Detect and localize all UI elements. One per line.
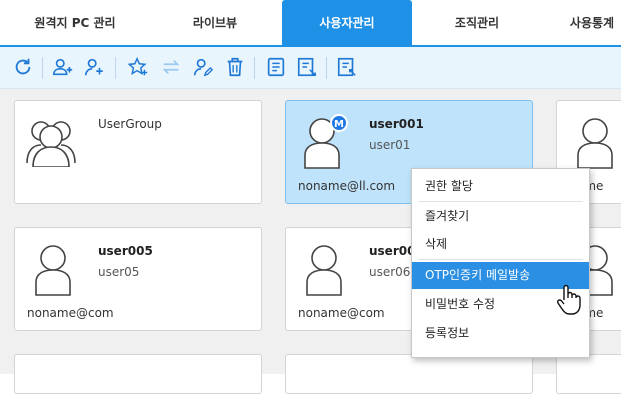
hand-cursor-icon: [556, 284, 581, 315]
user-icon: [35, 245, 71, 296]
tab-user-management[interactable]: 사용자관리: [282, 0, 412, 46]
move-icon[interactable]: [157, 53, 185, 81]
toolbar-separator: [254, 57, 255, 79]
user-icon: [577, 118, 613, 169]
user-name: user00: [369, 244, 416, 258]
context-menu: 권한 할당 즐겨찾기 삭제 OTP인증키 메일발송 비밀번호 수정 등록정보: [411, 168, 590, 358]
user-name: user005: [98, 244, 153, 258]
tab-statistics[interactable]: 사용통계: [542, 0, 621, 46]
user-id: user05: [98, 265, 140, 279]
menu-item-delete[interactable]: 삭제: [412, 231, 589, 258]
menu-item-properties[interactable]: 등록정보: [412, 320, 589, 347]
menu-separator: [418, 201, 583, 202]
menu-item-assign-permission[interactable]: 권한 할당: [412, 173, 589, 200]
user-card-partial[interactable]: [556, 354, 621, 394]
edit-user-icon[interactable]: [189, 53, 217, 81]
add-favorite-icon[interactable]: [124, 53, 152, 81]
user-email: noname@com: [298, 306, 385, 320]
user-id: user06: [369, 265, 411, 279]
group-icon: [26, 121, 76, 167]
refresh-icon[interactable]: [9, 53, 37, 81]
group-name: UserGroup: [98, 117, 162, 131]
list-icon[interactable]: [262, 53, 290, 81]
toolbar: [0, 47, 621, 89]
user-card[interactable]: user005 user05 noname@com: [14, 227, 262, 331]
user-email: noname@ll.com: [298, 179, 396, 193]
manager-badge: M: [330, 114, 348, 132]
user-icon: [306, 245, 342, 296]
add-user-icon[interactable]: [80, 53, 108, 81]
user-name: user001: [369, 117, 424, 131]
export-icon[interactable]: [293, 53, 321, 81]
delete-icon[interactable]: [221, 53, 249, 81]
toolbar-separator: [115, 57, 116, 79]
group-card[interactable]: UserGroup: [14, 100, 262, 204]
tab-organization[interactable]: 조직관리: [412, 0, 542, 46]
add-group-icon[interactable]: [49, 53, 77, 81]
toolbar-separator: [42, 57, 43, 79]
tab-liveview[interactable]: 라이브뷰: [150, 0, 280, 46]
toolbar-separator: [326, 57, 327, 79]
user-card-partial[interactable]: [285, 354, 533, 394]
menu-separator: [418, 259, 583, 260]
user-card-partial[interactable]: [14, 354, 262, 394]
import-icon[interactable]: [333, 53, 361, 81]
user-id: user01: [369, 138, 411, 152]
tab-remote-pc[interactable]: 원격지 PC 관리: [0, 0, 150, 46]
menu-item-favorite[interactable]: 즐겨찾기: [412, 203, 589, 230]
tab-bar: 원격지 PC 관리 라이브뷰 사용자관리 조직관리 사용통계: [0, 0, 621, 47]
user-email: noname@com: [27, 306, 114, 320]
